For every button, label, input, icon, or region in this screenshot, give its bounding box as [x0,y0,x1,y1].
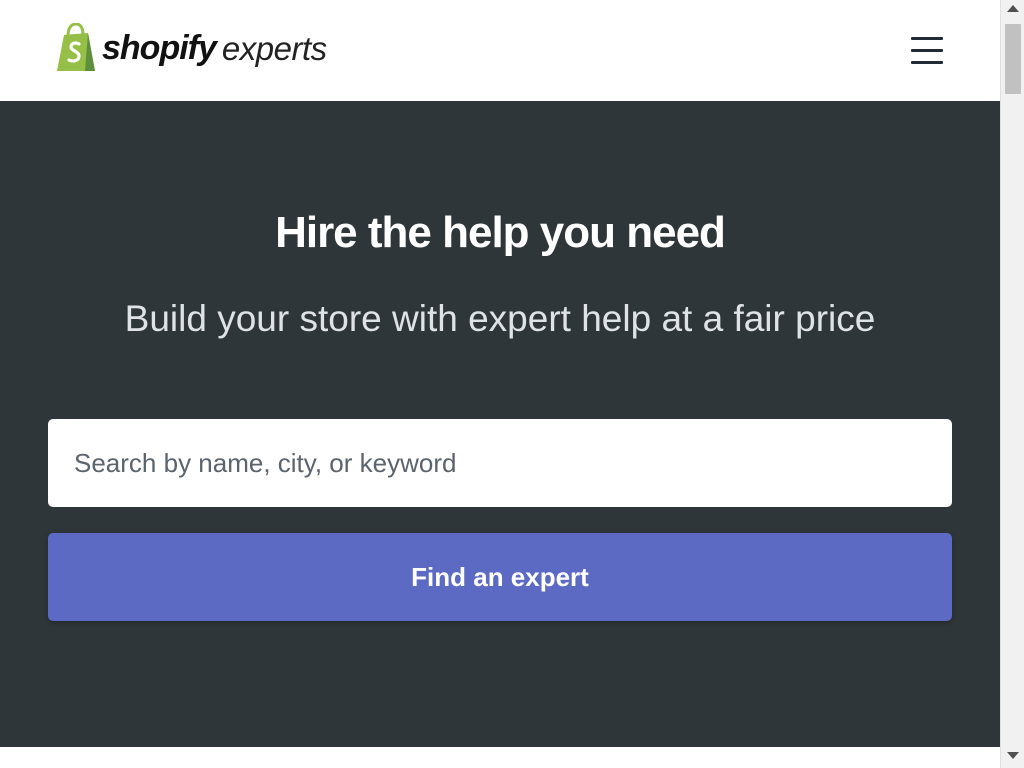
scroll-down-arrow-icon[interactable] [1007,752,1019,759]
shopify-bag-icon [57,23,95,71]
shopify-experts-logo[interactable]: shopify experts [55,22,327,74]
vertical-scrollbar[interactable] [1000,0,1024,768]
menu-bar [911,49,943,52]
hamburger-menu-icon[interactable] [905,32,951,70]
scroll-up-arrow-icon[interactable] [1007,5,1019,12]
search-input[interactable] [48,419,952,507]
hero-title: Hire the help you need [275,208,726,257]
hero-subtitle: Build your store with expert help at a f… [124,298,876,339]
hero-section: Hire the help you need Build your store … [0,101,1000,747]
scrollbar-thumb[interactable] [1005,24,1021,94]
page: shopify experts Hire the help you need B… [0,0,1000,768]
site-header: shopify experts [0,0,1000,101]
logo-product-text: experts [221,29,327,67]
logo-brand-text: shopify [102,29,217,67]
menu-bar [911,37,943,40]
menu-bar [911,61,943,64]
find-an-expert-button[interactable]: Find an expert [48,533,952,621]
